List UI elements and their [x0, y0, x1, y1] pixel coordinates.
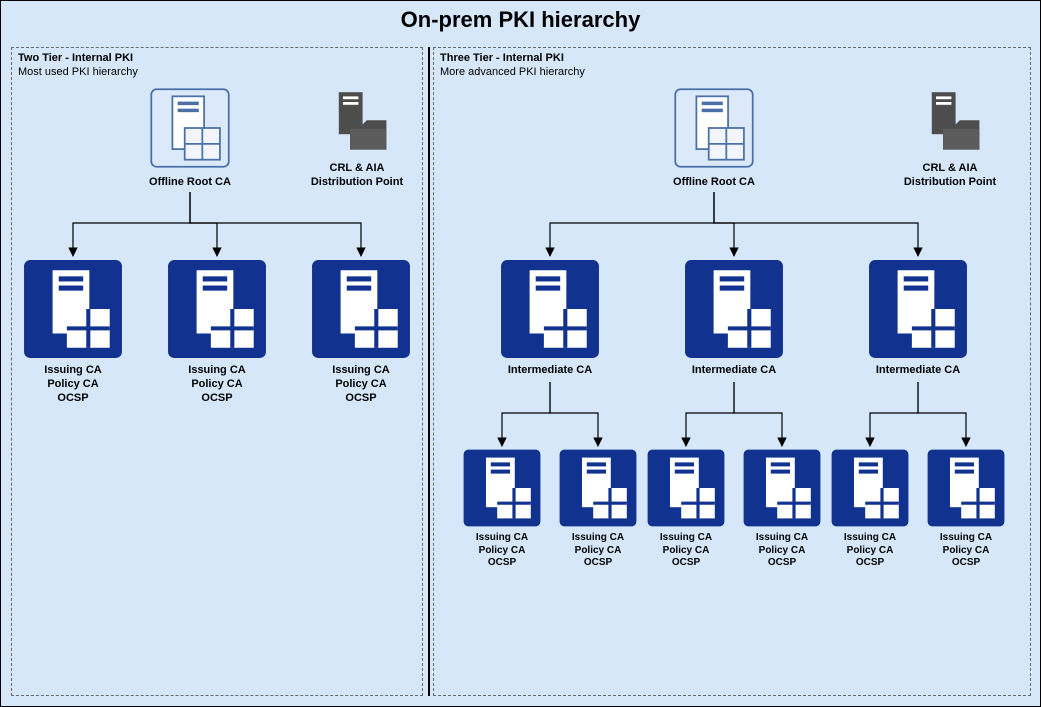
three-tier-heading-sub: More advanced PKI hierarchy — [440, 66, 585, 80]
server-dark-icon — [646, 448, 726, 528]
label-text: OCSP — [488, 557, 516, 568]
right-intermediate-ca-3: Intermediate CA — [867, 258, 969, 378]
label-text: Issuing CA — [332, 364, 389, 376]
server-dark-icon — [830, 448, 910, 528]
label-text: Policy CA — [847, 545, 894, 556]
right-issuing-ca-6-label: Issuing CA Policy CA OCSP — [926, 532, 1006, 570]
left-dp-label-line2: Distribution Point — [311, 176, 403, 188]
label-text: Policy CA — [759, 545, 806, 556]
server-dark-icon — [742, 448, 822, 528]
right-dp-label: CRL & AIA Distribution Point — [890, 162, 1010, 190]
left-distribution-point: CRL & AIA Distribution Point — [302, 88, 412, 190]
server-dark-icon — [22, 258, 124, 360]
right-intermediate-ca-2-label: Intermediate CA — [683, 364, 785, 378]
label-text: OCSP — [345, 392, 376, 404]
right-intermediate-ca-2: Intermediate CA — [683, 258, 785, 378]
label-text: Issuing CA — [44, 364, 101, 376]
label-text: Policy CA — [575, 545, 622, 556]
label-text: OCSP — [57, 392, 88, 404]
left-issuing-ca-3: Issuing CA Policy CA OCSP — [310, 258, 412, 405]
label-text: OCSP — [856, 557, 884, 568]
server-dp-icon — [322, 88, 392, 158]
right-intermediate-ca-1: Intermediate CA — [499, 258, 601, 378]
right-issuing-ca-3-label: Issuing CA Policy CA OCSP — [646, 532, 726, 570]
label-text: Issuing CA — [572, 532, 624, 543]
label-text: OCSP — [201, 392, 232, 404]
left-dp-label: CRL & AIA Distribution Point — [302, 162, 412, 190]
right-root-ca: Offline Root CA — [664, 84, 764, 190]
right-distribution-point: CRL & AIA Distribution Point — [890, 88, 1010, 190]
left-issuing-ca-2-label: Issuing CA Policy CA OCSP — [166, 364, 268, 405]
server-dark-icon — [867, 258, 969, 360]
two-tier-panel: Two Tier - Internal PKI Most used PKI hi… — [11, 47, 423, 696]
left-issuing-ca-3-label: Issuing CA Policy CA OCSP — [310, 364, 412, 405]
right-dp-label-line1: CRL & AIA — [923, 162, 978, 174]
label-text: Policy CA — [663, 545, 710, 556]
right-issuing-ca-3: Issuing CA Policy CA OCSP — [646, 448, 726, 570]
label-text: OCSP — [672, 557, 700, 568]
three-tier-heading-bold: Three Tier - Internal PKI — [440, 52, 585, 66]
left-issuing-ca-2: Issuing CA Policy CA OCSP — [166, 258, 268, 405]
right-issuing-ca-5-label: Issuing CA Policy CA OCSP — [830, 532, 910, 570]
label-text: Issuing CA — [756, 532, 808, 543]
right-issuing-ca-2-label: Issuing CA Policy CA OCSP — [558, 532, 638, 570]
server-light-icon — [670, 84, 758, 172]
left-issuing-ca-1-label: Issuing CA Policy CA OCSP — [22, 364, 124, 405]
label-text: Issuing CA — [660, 532, 712, 543]
right-intermediate-ca-1-label: Intermediate CA — [499, 364, 601, 378]
label-text: OCSP — [952, 557, 980, 568]
left-root-ca: Offline Root CA — [140, 84, 240, 190]
right-dp-label-line2: Distribution Point — [904, 176, 996, 188]
panel-separator — [428, 47, 430, 696]
three-tier-panel-heading: Three Tier - Internal PKI More advanced … — [440, 52, 585, 80]
two-tier-panel-heading: Two Tier - Internal PKI Most used PKI hi… — [18, 52, 138, 80]
label-text: OCSP — [584, 557, 612, 568]
label-text: OCSP — [768, 557, 796, 568]
label-text: Issuing CA — [844, 532, 896, 543]
server-dark-icon — [558, 448, 638, 528]
diagram-canvas: On-prem PKI hierarchy Two Tier - Interna… — [0, 0, 1041, 707]
label-text: Policy CA — [47, 378, 98, 390]
label-text: Policy CA — [479, 545, 526, 556]
server-dark-icon — [926, 448, 1006, 528]
label-text: Policy CA — [191, 378, 242, 390]
diagram-title: On-prem PKI hierarchy — [1, 7, 1040, 33]
right-issuing-ca-2: Issuing CA Policy CA OCSP — [558, 448, 638, 570]
two-tier-heading-sub: Most used PKI hierarchy — [18, 66, 138, 80]
right-issuing-ca-6: Issuing CA Policy CA OCSP — [926, 448, 1006, 570]
left-root-ca-label: Offline Root CA — [140, 176, 240, 190]
label-text: Policy CA — [943, 545, 990, 556]
server-light-icon — [146, 84, 234, 172]
label-text: Issuing CA — [476, 532, 528, 543]
server-dark-icon — [462, 448, 542, 528]
server-dark-icon — [166, 258, 268, 360]
three-tier-panel: Three Tier - Internal PKI More advanced … — [433, 47, 1031, 696]
left-issuing-ca-1: Issuing CA Policy CA OCSP — [22, 258, 124, 405]
right-issuing-ca-1: Issuing CA Policy CA OCSP — [462, 448, 542, 570]
label-text: Policy CA — [335, 378, 386, 390]
server-dark-icon — [499, 258, 601, 360]
server-dark-icon — [683, 258, 785, 360]
server-dark-icon — [310, 258, 412, 360]
two-tier-heading-bold: Two Tier - Internal PKI — [18, 52, 138, 66]
label-text: Issuing CA — [940, 532, 992, 543]
server-dp-icon — [915, 88, 985, 158]
right-issuing-ca-4: Issuing CA Policy CA OCSP — [742, 448, 822, 570]
right-intermediate-ca-3-label: Intermediate CA — [867, 364, 969, 378]
right-issuing-ca-5: Issuing CA Policy CA OCSP — [830, 448, 910, 570]
right-issuing-ca-4-label: Issuing CA Policy CA OCSP — [742, 532, 822, 570]
label-text: Issuing CA — [188, 364, 245, 376]
left-dp-label-line1: CRL & AIA — [330, 162, 385, 174]
right-root-ca-label: Offline Root CA — [664, 176, 764, 190]
right-issuing-ca-1-label: Issuing CA Policy CA OCSP — [462, 532, 542, 570]
